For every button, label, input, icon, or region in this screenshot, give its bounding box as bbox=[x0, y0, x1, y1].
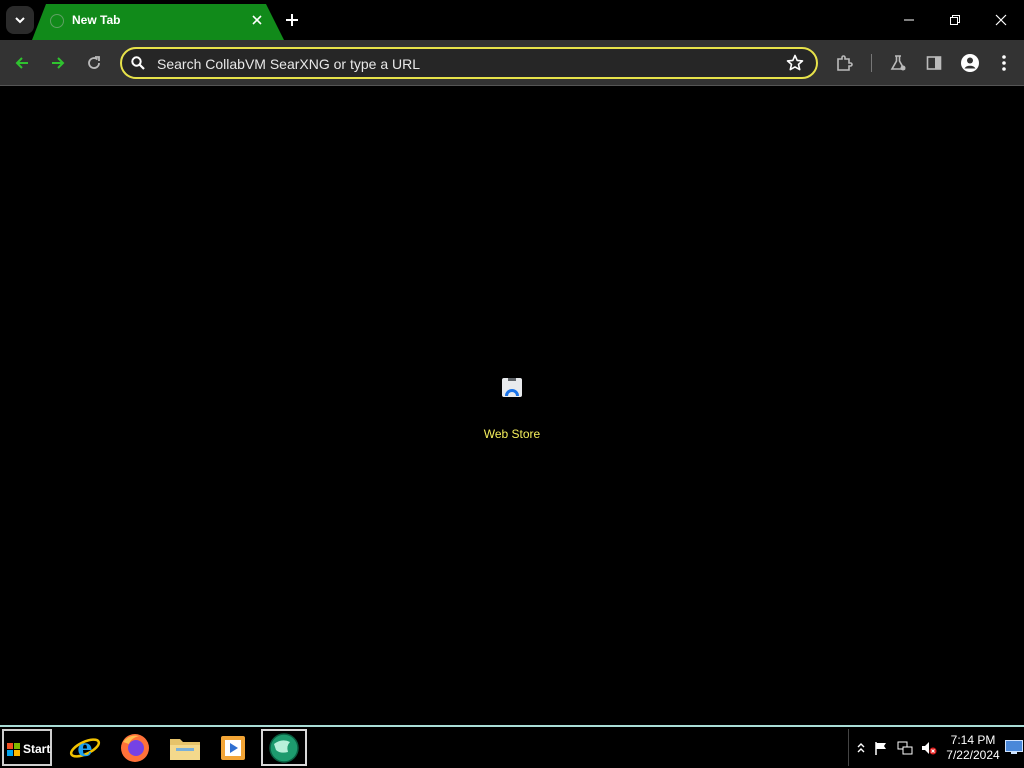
start-button[interactable]: Start bbox=[2, 729, 52, 766]
kebab-menu-icon bbox=[1002, 55, 1006, 71]
windows-logo-icon bbox=[7, 743, 20, 756]
taskbar-app-media-player[interactable] bbox=[210, 729, 256, 766]
taskbar: Start e 7:14 PM 7/22/2024 bbox=[0, 725, 1024, 768]
browser-titlebar: New Tab bbox=[0, 0, 1024, 40]
arrow-right-icon bbox=[52, 57, 65, 69]
globe-icon bbox=[50, 14, 64, 28]
back-button[interactable] bbox=[8, 49, 36, 77]
restore-button[interactable] bbox=[932, 0, 978, 40]
flask-icon bbox=[890, 55, 906, 71]
labs-button[interactable] bbox=[884, 49, 912, 77]
toolbar-separator bbox=[871, 54, 872, 72]
reload-icon bbox=[88, 56, 100, 69]
firefox-icon bbox=[121, 733, 149, 762]
address-bar[interactable]: Search CollabVM SearXNG or type a URL bbox=[120, 47, 818, 79]
taskbar-app-file-explorer[interactable] bbox=[162, 729, 208, 766]
globe-icon bbox=[269, 732, 299, 763]
shortcut-web-store[interactable]: Web Store bbox=[472, 370, 552, 450]
plus-icon bbox=[286, 14, 298, 26]
svg-text:e: e bbox=[77, 733, 92, 762]
close-icon bbox=[252, 15, 262, 25]
flag-icon bbox=[875, 742, 886, 755]
shortcut-label: Web Store bbox=[483, 427, 541, 441]
taskbar-app-browser[interactable] bbox=[261, 729, 307, 766]
tab-search-button[interactable] bbox=[6, 6, 34, 34]
clock-date[interactable]: 7/22/2024 bbox=[945, 748, 1001, 762]
web-store-icon bbox=[502, 378, 522, 397]
minimize-icon bbox=[904, 19, 914, 21]
tab-close-button[interactable] bbox=[248, 11, 266, 29]
search-icon bbox=[131, 56, 145, 70]
volume-button[interactable] bbox=[921, 740, 937, 756]
menu-button[interactable] bbox=[990, 49, 1018, 77]
start-label: Start bbox=[23, 742, 51, 756]
extensions-button[interactable] bbox=[830, 49, 858, 77]
new-tab-page: Web Store bbox=[0, 87, 1024, 725]
minimize-button[interactable] bbox=[886, 0, 932, 40]
new-tab-button[interactable] bbox=[281, 9, 303, 31]
profile-button[interactable] bbox=[956, 49, 984, 77]
clock-time[interactable]: 7:14 PM bbox=[945, 733, 1001, 747]
folder-icon bbox=[170, 738, 200, 760]
reload-button[interactable] bbox=[80, 49, 108, 77]
arrow-left-icon bbox=[15, 57, 28, 69]
chevron-down-icon bbox=[15, 17, 25, 24]
internet-explorer-icon: e bbox=[69, 733, 101, 762]
side-panel-button[interactable] bbox=[920, 49, 948, 77]
profile-icon bbox=[961, 54, 979, 72]
tab-new-tab[interactable]: New Tab bbox=[32, 4, 284, 40]
close-icon bbox=[995, 14, 1007, 26]
chevron-up-icon bbox=[857, 743, 865, 753]
address-bar-placeholder: Search CollabVM SearXNG or type a URL bbox=[157, 56, 420, 72]
show-desktop-icon[interactable] bbox=[1005, 740, 1023, 754]
network-button[interactable] bbox=[897, 740, 913, 756]
taskbar-app-internet-explorer[interactable]: e bbox=[62, 729, 108, 766]
action-center-button[interactable] bbox=[873, 740, 889, 756]
close-window-button[interactable] bbox=[978, 0, 1024, 40]
star-icon[interactable] bbox=[786, 54, 804, 72]
media-player-icon bbox=[221, 735, 245, 760]
taskbar-app-firefox[interactable] bbox=[112, 729, 158, 766]
side-panel-icon bbox=[926, 56, 942, 70]
show-hidden-icons-button[interactable] bbox=[853, 740, 869, 756]
tab-title: New Tab bbox=[72, 13, 121, 27]
forward-button[interactable] bbox=[44, 49, 72, 77]
puzzle-icon bbox=[837, 55, 853, 71]
network-icon bbox=[897, 741, 913, 755]
volume-muted-icon bbox=[922, 742, 937, 755]
restore-icon bbox=[950, 15, 960, 25]
system-tray: 7:14 PM 7/22/2024 bbox=[848, 729, 1024, 766]
